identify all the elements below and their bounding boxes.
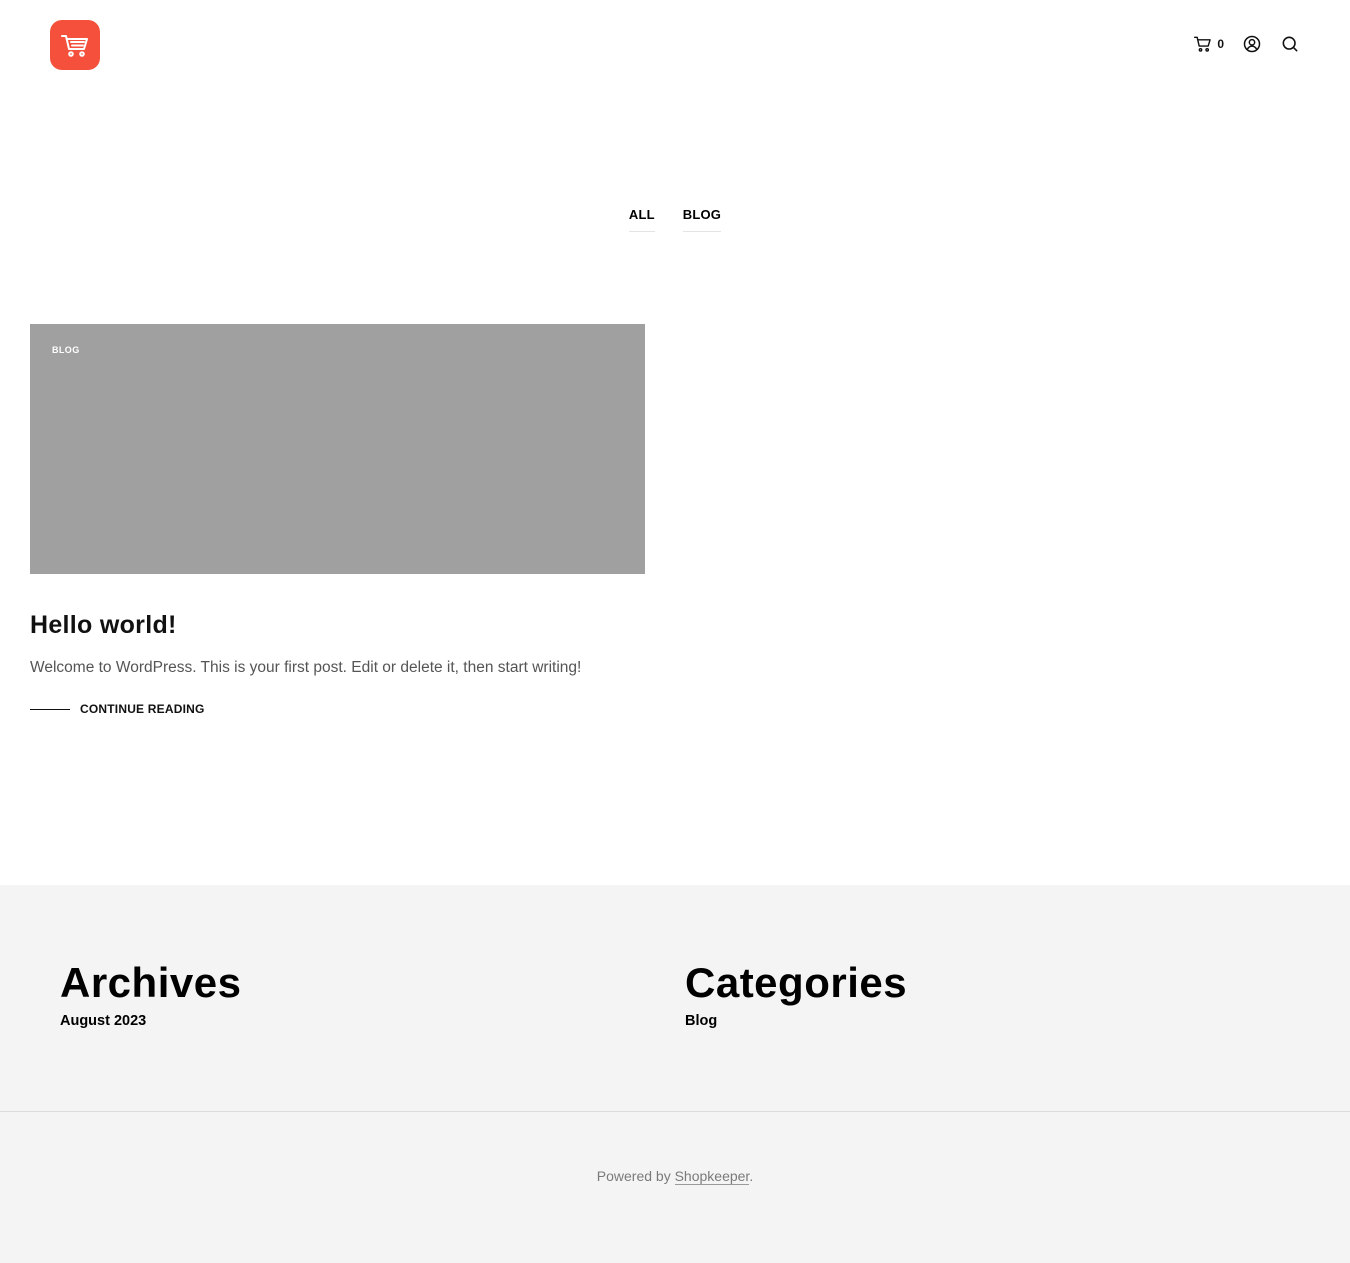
cart-icon xyxy=(1194,36,1212,52)
shopping-cart-logo-icon xyxy=(61,35,88,57)
search-icon xyxy=(1282,36,1298,52)
header-tools: 0 xyxy=(1193,33,1300,55)
post-excerpt: Welcome to WordPress. This is your first… xyxy=(30,659,582,676)
cart-button[interactable]: 0 xyxy=(1193,33,1224,55)
continue-reading-link[interactable]: CONTINUE READING xyxy=(30,702,645,716)
continue-reading-line xyxy=(30,708,70,710)
credit-prefix: Powered by xyxy=(596,1168,675,1184)
post-card: BLOG Hello world! Welcome to WordPress. … xyxy=(30,324,645,716)
categories-title: Categories xyxy=(685,959,908,1006)
post-featured-image[interactable]: BLOG xyxy=(30,324,645,574)
footer-widgets: Archives August 2023 Categories Blog xyxy=(0,885,1350,1112)
search-button[interactable] xyxy=(1280,33,1300,55)
category-link[interactable]: Blog xyxy=(685,1013,907,1029)
post-category-tag[interactable]: BLOG xyxy=(52,345,80,355)
user-icon xyxy=(1243,35,1261,53)
filter-tab-blog[interactable]: BLOG xyxy=(682,207,722,232)
cart-count: 0 xyxy=(1217,37,1224,51)
archives-title: Archives xyxy=(60,959,242,1006)
site-logo[interactable] xyxy=(50,20,100,70)
post-title[interactable]: Hello world! xyxy=(30,611,645,640)
credit-suffix: . xyxy=(749,1168,754,1184)
categories-widget: Categories Blog xyxy=(685,959,908,1030)
continue-reading-label: CONTINUE READING xyxy=(80,702,205,716)
blog-filter-tabs: ALL BLOG xyxy=(0,207,1350,232)
footer-credit: Powered by Shopkeeper. xyxy=(0,1168,1350,1185)
archive-link[interactable]: August 2023 xyxy=(60,1013,241,1029)
archives-widget: Archives August 2023 xyxy=(60,959,242,1030)
filter-tab-all[interactable]: ALL xyxy=(628,207,655,232)
shopkeeper-link[interactable]: Shopkeeper xyxy=(674,1168,750,1185)
site-header: 0 xyxy=(0,0,1350,90)
account-button[interactable] xyxy=(1242,33,1262,55)
site-footer: Powered by Shopkeeper. xyxy=(0,1112,1350,1263)
